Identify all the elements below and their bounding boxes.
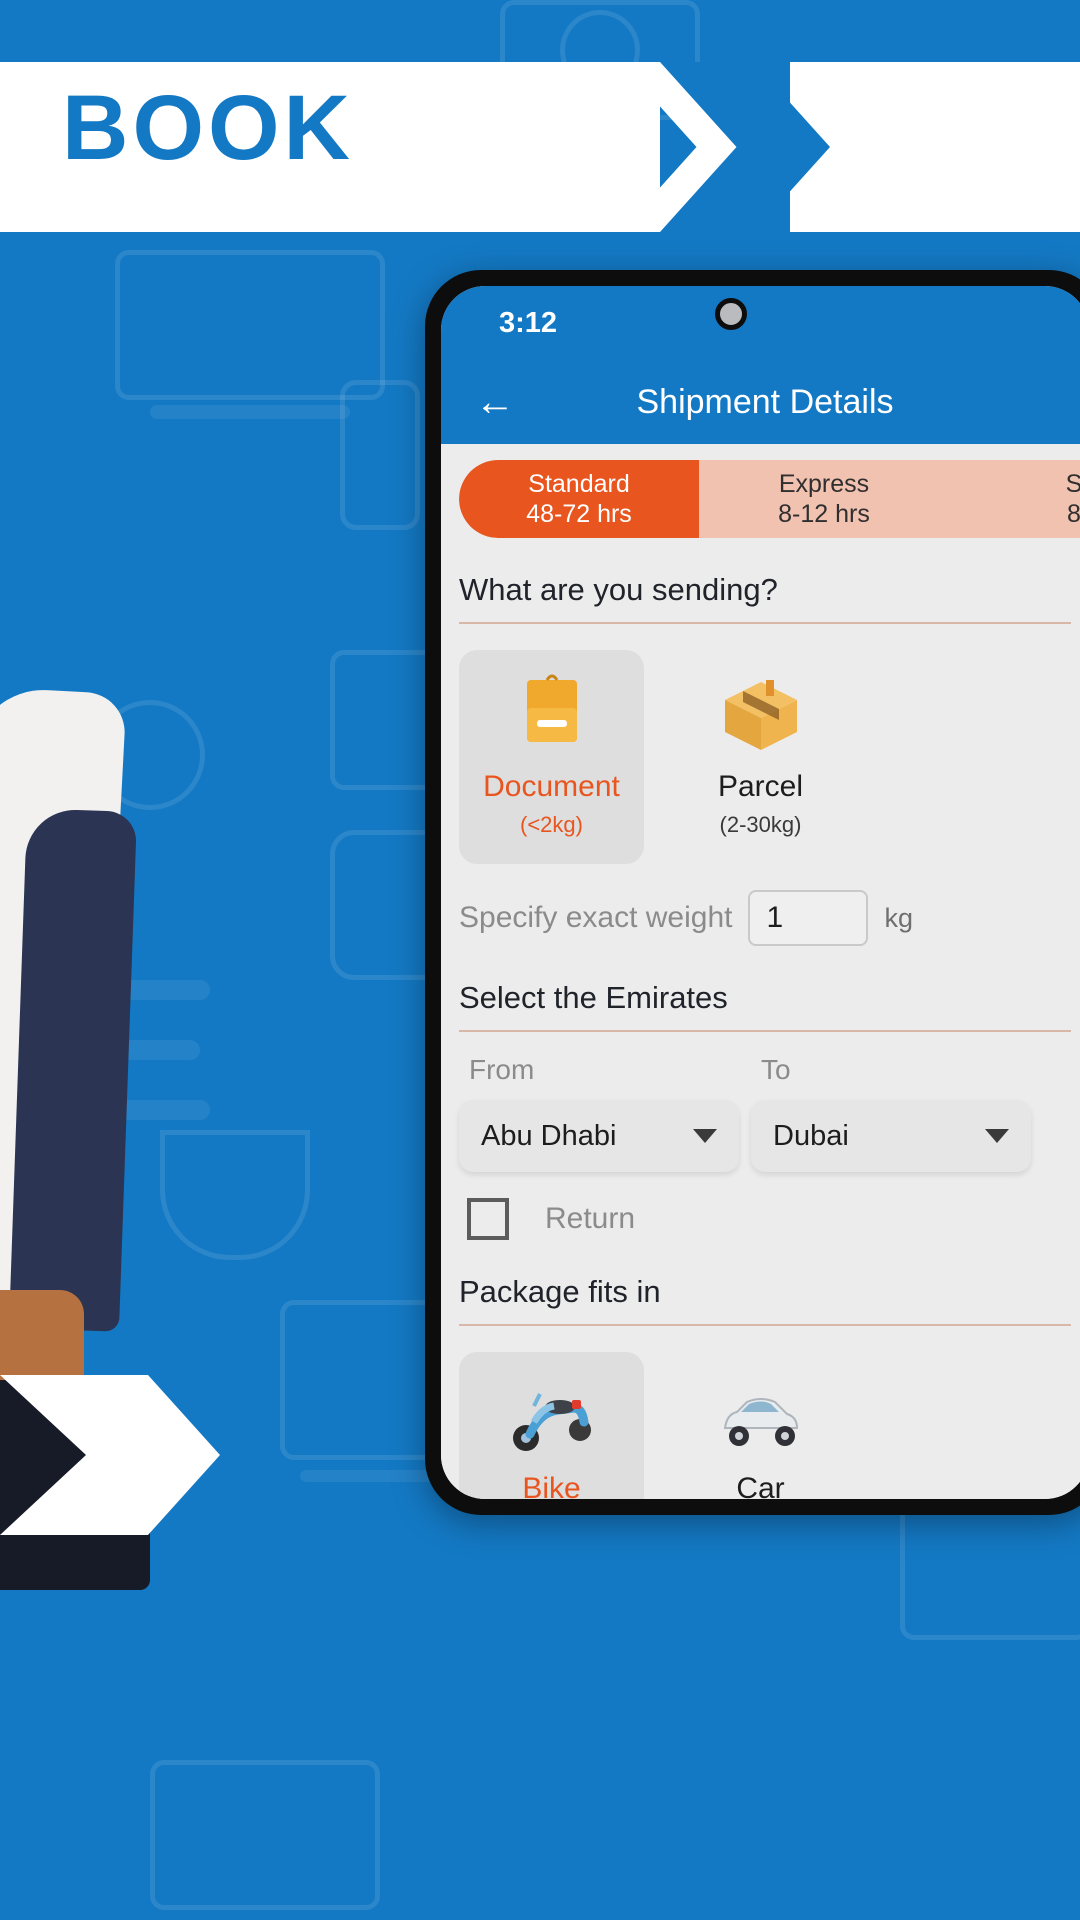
sending-divider bbox=[459, 622, 1071, 624]
return-checkbox[interactable] bbox=[467, 1198, 509, 1240]
option-document[interactable]: Document (<2kg) bbox=[459, 650, 644, 864]
option-bike-label: Bike bbox=[522, 1472, 581, 1499]
package-fits-divider bbox=[459, 1324, 1071, 1326]
tab-standard-duration: 48-72 hrs bbox=[526, 500, 632, 528]
emirates-selects: From Abu Dhabi To Dubai bbox=[459, 1054, 1080, 1172]
from-select[interactable]: Abu Dhabi bbox=[459, 1100, 739, 1172]
phone-screen: 3:12 ← Shipment Details Standard 48-72 h… bbox=[441, 286, 1080, 1499]
weight-unit: kg bbox=[884, 902, 914, 933]
package-fits-options: Bike (10*10*20) Car bbox=[459, 1352, 1080, 1499]
option-car[interactable]: Car (20*20*40) bbox=[668, 1352, 853, 1499]
chevron-down-icon bbox=[693, 1129, 717, 1143]
weight-row: Specify exact weight 1 kg bbox=[459, 890, 1080, 946]
weight-label: Specify exact weight bbox=[459, 901, 733, 934]
weight-input[interactable]: 1 bbox=[748, 890, 869, 946]
option-parcel-label: Parcel bbox=[717, 770, 804, 803]
app-bar: ← Shipment Details bbox=[441, 360, 1080, 444]
tab-third-name: S bbox=[1065, 469, 1080, 498]
return-label: Return bbox=[545, 1202, 636, 1235]
parcel-box-icon bbox=[717, 672, 805, 760]
option-car-label: Car bbox=[736, 1472, 785, 1499]
phone-mockup: 3:12 ← Shipment Details Standard 48-72 h… bbox=[425, 270, 1080, 1515]
to-column: To Dubai bbox=[751, 1054, 1031, 1172]
emirates-divider bbox=[459, 1030, 1071, 1032]
banner-chevron-white-tail bbox=[790, 62, 1080, 232]
to-value: Dubai bbox=[773, 1119, 849, 1152]
sending-options: Document (<2kg) Parcel (2-30kg) bbox=[459, 650, 1080, 864]
front-camera bbox=[715, 298, 747, 330]
car-icon bbox=[709, 1374, 813, 1462]
arrow-left-icon[interactable]: ← bbox=[475, 382, 529, 422]
document-envelope-icon bbox=[513, 672, 591, 760]
option-parcel[interactable]: Parcel (2-30kg) bbox=[668, 650, 853, 864]
to-select[interactable]: Dubai bbox=[751, 1100, 1031, 1172]
status-bar-time: 3:12 bbox=[499, 306, 558, 339]
to-label: To bbox=[761, 1054, 791, 1085]
option-document-label: Document bbox=[483, 770, 620, 803]
shirt-body bbox=[8, 808, 138, 1332]
promo-headline: BOOK bbox=[62, 77, 354, 179]
option-document-sub: (<2kg) bbox=[520, 812, 583, 837]
package-fits-heading: Package fits in bbox=[459, 1274, 661, 1309]
tab-express[interactable]: Express 8-12 hrs bbox=[699, 460, 949, 538]
from-column: From Abu Dhabi bbox=[459, 1054, 739, 1172]
status-bar: 3:12 bbox=[441, 286, 1080, 360]
chevron-down-icon bbox=[985, 1129, 1009, 1143]
from-label: From bbox=[469, 1054, 535, 1085]
scooter-icon bbox=[504, 1374, 600, 1462]
tab-express-duration: 8-12 hrs bbox=[778, 500, 870, 528]
from-value: Abu Dhabi bbox=[481, 1119, 617, 1152]
tab-third-duration: 8 bbox=[1067, 500, 1080, 528]
tab-express-name: Express bbox=[778, 469, 870, 498]
emirates-heading: Select the Emirates bbox=[459, 980, 728, 1015]
tab-standard[interactable]: Standard 48-72 hrs bbox=[459, 460, 699, 538]
option-bike[interactable]: Bike (10*10*20) bbox=[459, 1352, 644, 1499]
service-speed-tabs: Standard 48-72 hrs Express 8-12 hrs S 8 bbox=[459, 460, 1080, 538]
shipment-form: Standard 48-72 hrs Express 8-12 hrs S 8 … bbox=[441, 460, 1080, 1499]
tab-third-partial[interactable]: S 8 bbox=[949, 460, 1080, 538]
return-row[interactable]: Return bbox=[467, 1198, 1080, 1240]
sending-heading: What are you sending? bbox=[459, 572, 778, 607]
page-title: Shipment Details bbox=[636, 382, 894, 421]
tab-standard-name: Standard bbox=[528, 469, 630, 498]
option-parcel-sub: (2-30kg) bbox=[719, 812, 802, 837]
